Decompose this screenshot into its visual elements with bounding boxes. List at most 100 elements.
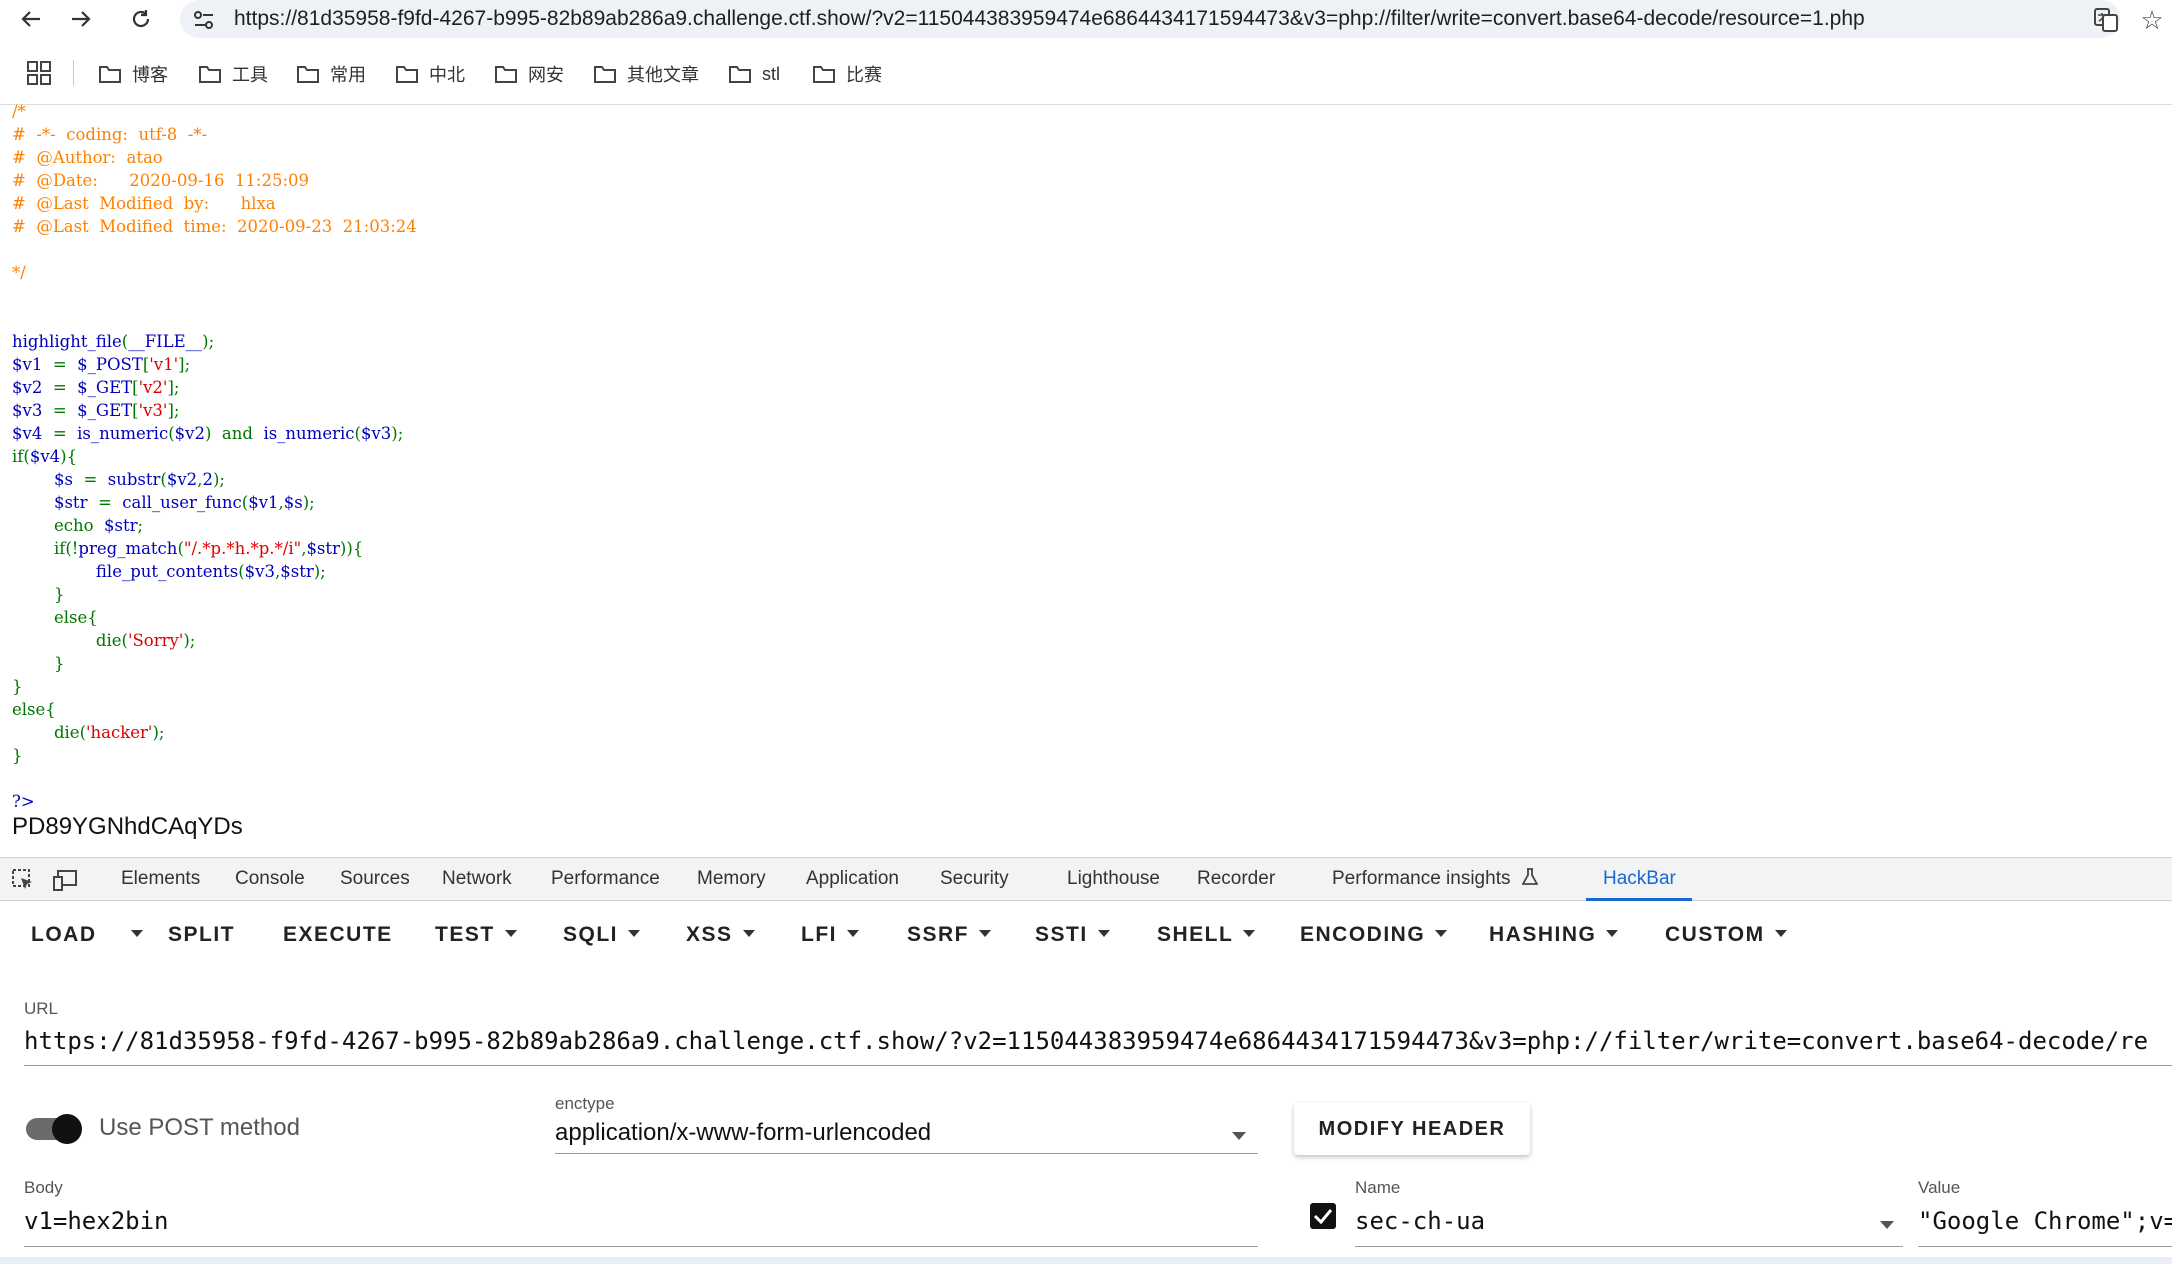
- address-bar[interactable]: https://81d35958-f9fd-4267-b995-82b89ab2…: [180, 0, 2120, 38]
- hashing-menu-button[interactable]: HASHING: [1489, 923, 1619, 947]
- forward-button[interactable]: [64, 2, 98, 36]
- code-token: 'v2': [138, 378, 168, 397]
- modify-header-button[interactable]: MODIFY HEADER: [1294, 1103, 1530, 1155]
- code-token: is_numeric: [263, 424, 355, 443]
- apps-grid-icon[interactable]: [26, 60, 52, 86]
- tab-performance-insights[interactable]: Performance insights: [1332, 868, 1539, 890]
- code-token: $v2: [166, 470, 198, 489]
- header-value-input[interactable]: "Google Chrome";v=: [1918, 1207, 2172, 1235]
- select-dropdown-icon[interactable]: [1232, 1132, 1246, 1140]
- url-label: URL: [24, 999, 59, 1018]
- site-settings-icon[interactable]: [192, 8, 216, 32]
- bookmark-folder[interactable]: 比赛: [812, 60, 882, 88]
- folder-icon: [594, 66, 616, 83]
- bookmark-label: 工具: [232, 65, 268, 85]
- bookmark-folder[interactable]: 其他文章: [593, 60, 699, 88]
- code-token: 'hacker': [86, 723, 153, 742]
- bookmark-folder[interactable]: 网安: [494, 60, 564, 88]
- code-token: die(: [12, 631, 128, 650]
- code-token: ){: [60, 447, 78, 466]
- split-button[interactable]: SPLIT: [168, 923, 235, 947]
- enctype-label: enctype: [555, 1094, 615, 1113]
- sqli-menu-button[interactable]: SQLI: [563, 923, 641, 947]
- header-name-dropdown-icon[interactable]: [1880, 1221, 1894, 1229]
- highlighted-source-code: /* # -*- coding: utf-8 -*- # @Author: atao…: [12, 100, 417, 813]
- tab-sources[interactable]: Sources: [340, 868, 410, 890]
- test-menu-button[interactable]: TEST: [435, 923, 517, 947]
- chevron-down-icon: [131, 930, 143, 938]
- code-token: $str: [306, 539, 340, 558]
- bookmark-folder[interactable]: 常用: [296, 60, 366, 88]
- post-method-label: Use POST method: [99, 1114, 300, 1141]
- code-token: );: [202, 332, 215, 351]
- ssrf-label: SSRF: [907, 923, 970, 946]
- arrow-left-icon: [21, 11, 40, 27]
- bookmark-folder[interactable]: 博客: [98, 60, 168, 88]
- header-name-underline: [1355, 1246, 1903, 1247]
- load-button[interactable]: LOAD: [31, 923, 97, 947]
- shell-menu-button[interactable]: SHELL: [1157, 923, 1256, 947]
- ssrf-menu-button[interactable]: SSRF: [907, 923, 992, 947]
- experiment-flask-icon: [1521, 868, 1539, 885]
- enctype-select[interactable]: application/x-www-form-urlencoded: [555, 1119, 931, 1147]
- tab-hackbar[interactable]: HackBar: [1603, 868, 1676, 890]
- code-token: is_numeric: [77, 424, 169, 443]
- translate-icon[interactable]: [2090, 4, 2122, 36]
- tab-security[interactable]: Security: [940, 868, 1009, 890]
- header-name-input[interactable]: sec-ch-ua: [1355, 1207, 1485, 1235]
- tab-elements[interactable]: Elements: [121, 868, 200, 890]
- post-toggle-knob[interactable]: [52, 1114, 82, 1144]
- code-token: ];: [167, 378, 180, 397]
- code-token: );: [391, 424, 404, 443]
- bookmark-folder[interactable]: 工具: [198, 60, 268, 88]
- load-dropdown-button[interactable]: [121, 923, 143, 947]
- tab-network[interactable]: Network: [442, 868, 512, 890]
- encoding-menu-button[interactable]: ENCODING: [1300, 923, 1448, 947]
- header-enabled-checkbox[interactable]: [1310, 1203, 1336, 1229]
- code-token: $_GET: [77, 378, 133, 397]
- chevron-down-icon: [1774, 930, 1787, 938]
- code-token: );: [313, 562, 326, 581]
- device-toolbar-icon[interactable]: [52, 867, 78, 893]
- code-token: }: [12, 585, 65, 604]
- code-token: );: [212, 470, 225, 489]
- inspect-element-icon[interactable]: [10, 867, 36, 893]
- shell-label: SHELL: [1157, 923, 1234, 946]
- xss-menu-button[interactable]: XSS: [686, 923, 755, 947]
- code-line: die('hacker');: [12, 721, 417, 744]
- code-token: =: [52, 401, 78, 420]
- ssti-menu-button[interactable]: SSTI: [1035, 923, 1110, 947]
- custom-menu-button[interactable]: CUSTOM: [1665, 923, 1787, 947]
- tab-lighthouse[interactable]: Lighthouse: [1067, 868, 1160, 890]
- folder-icon: [813, 66, 835, 83]
- code-line: # @Last Modified by: hlxa: [12, 192, 417, 215]
- bookmark-folder[interactable]: stl: [728, 60, 780, 88]
- code-token: $v3: [12, 401, 53, 420]
- lfi-label: LFI: [801, 923, 837, 946]
- code-token: # @Author: atao: [12, 148, 163, 167]
- url-text[interactable]: https://81d35958-f9fd-4267-b995-82b89ab2…: [234, 6, 1865, 32]
- url-input[interactable]: https://81d35958-f9fd-4267-b995-82b89ab2…: [24, 1027, 2148, 1055]
- code-token: 2: [202, 470, 213, 489]
- bookmark-folder[interactable]: 中北: [395, 60, 465, 88]
- lfi-menu-button[interactable]: LFI: [801, 923, 859, 947]
- tab-recorder[interactable]: Recorder: [1197, 868, 1275, 890]
- back-button[interactable]: [14, 2, 48, 36]
- tab-application[interactable]: Application: [806, 868, 899, 890]
- tab-memory[interactable]: Memory: [697, 868, 766, 890]
- active-tab-indicator: [1586, 898, 1692, 901]
- code-token: $str: [280, 562, 314, 581]
- tab-console[interactable]: Console: [235, 868, 305, 890]
- code-line: $v3 = $_GET['v3'];: [12, 399, 417, 422]
- bookmark-label: 中北: [429, 65, 465, 85]
- tab-performance[interactable]: Performance: [551, 868, 660, 890]
- code-token: =: [52, 355, 78, 374]
- execute-button[interactable]: EXECUTE: [283, 923, 393, 947]
- body-input[interactable]: v1=hex2bin: [24, 1207, 169, 1235]
- folder-icon: [297, 66, 319, 83]
- bookmark-star-icon[interactable]: ☆: [2136, 4, 2168, 36]
- reload-button[interactable]: [124, 2, 158, 36]
- code-token: __FILE__: [128, 332, 203, 351]
